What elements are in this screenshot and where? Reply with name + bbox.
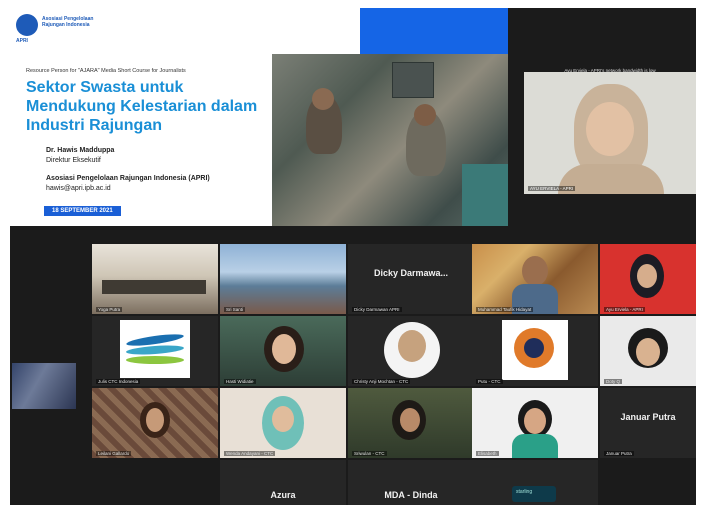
- photo-equipment: [392, 62, 434, 98]
- participant-tile[interactable]: Wenda Andayani - CTC: [220, 388, 346, 458]
- participant-tile[interactable]: Januar Putra Januar Putra: [600, 388, 696, 458]
- participant-tile[interactable]: starling: [472, 460, 598, 505]
- participant-tile[interactable]: Putu - CTC: [472, 316, 598, 386]
- participant-display-name: MDA - Dinda: [384, 490, 438, 500]
- apri-logo-abbr: APRI: [16, 38, 28, 44]
- speaker-name-label: AYU ERVIELA - APRI: [528, 186, 576, 191]
- apri-logo-icon: [16, 14, 38, 36]
- participant-name-label: Leilani Gallardo: [96, 451, 132, 456]
- participant-display-name: Azura: [270, 490, 296, 500]
- tile-video: [220, 244, 346, 314]
- participant-tile[interactable]: Julis CTC Indonesia: [92, 316, 218, 386]
- participant-display-name: Dicky Darmawa...: [373, 268, 449, 278]
- participant-tile[interactable]: Yoga Putra: [92, 244, 218, 314]
- participant-tile[interactable]: Dicky Darmawa... Dicky Darmawan APRI: [348, 244, 474, 314]
- participant-tile[interactable]: Hasti Widiatie: [220, 316, 346, 386]
- participant-face: [398, 330, 426, 362]
- participant-face: [272, 406, 294, 432]
- participant-name-label: Hasti Widiatie: [224, 379, 256, 384]
- participant-name-label: Wenda Andayani - CTC: [224, 451, 276, 456]
- presenter-org: Asosiasi Pengelolaan Rajungan Indonesia …: [46, 175, 210, 182]
- presenter-role: Direktur Eksekutif: [46, 157, 101, 164]
- participant-face: [400, 408, 420, 432]
- presenter-email: hawis@apri.ipb.ac.id: [46, 185, 111, 192]
- date-badge: 18 SEPTEMBER 2021: [44, 206, 121, 216]
- participant-name-label: Muhammad Taufik Hidayat: [476, 307, 534, 312]
- participant-name-label: Sriwulan - CTC: [352, 451, 387, 456]
- participant-tile[interactable]: Muhammad Taufik Hidayat: [472, 244, 598, 314]
- active-speaker-video[interactable]: AYU ERVIELA - APRI: [524, 72, 696, 194]
- participant-name-label: Sri Santi: [224, 307, 246, 312]
- participant-tile[interactable]: MDA - Dinda: [348, 460, 474, 505]
- participant-tile[interactable]: Elisabeth: [472, 388, 598, 458]
- starling-logo-text: starling: [516, 489, 533, 495]
- logo-center: [524, 338, 544, 358]
- zoom-meeting-window: Asosiasi Pengelolaan Rajungan Indonesia …: [10, 8, 696, 505]
- participant-face: [146, 408, 164, 432]
- participant-name-label: Christy Anji Mochtan - CTC: [352, 379, 411, 384]
- participant-tile[interactable]: Leilani Gallardo: [92, 388, 218, 458]
- participant-body: [512, 434, 558, 458]
- participant-name-label: Putu - CTC: [476, 379, 503, 384]
- tile-video: [92, 244, 218, 314]
- participant-name-label: Yoga Putra: [96, 307, 123, 312]
- participant-face: [272, 334, 296, 364]
- participant-name-label: Elisabeth: [476, 451, 499, 456]
- apri-logo-text: Asosiasi Pengelolaan Rajungan Indonesia: [42, 16, 94, 28]
- participant-face: [522, 256, 548, 286]
- presenter-name: Dr. Hawis Madduppa: [46, 147, 115, 154]
- shared-presentation-slide[interactable]: Asosiasi Pengelolaan Rajungan Indonesia …: [10, 8, 508, 226]
- slide-subtitle: Resource Person for "AJARA" Media Short …: [26, 68, 186, 74]
- photo-net: [462, 164, 508, 226]
- slide-blue-accent: [360, 8, 508, 54]
- participant-face: [636, 338, 660, 366]
- participant-name-label: Julis CTC Indonesia: [96, 379, 141, 384]
- participant-name-label: Ayu Erviela - APRI: [604, 307, 645, 312]
- slide-photo: [272, 54, 508, 226]
- participant-tile[interactable]: Sriwulan - CTC: [348, 388, 474, 458]
- side-thumbnail-video[interactable]: [12, 363, 76, 409]
- slide-title: Sektor Swasta untuk Mendukung Kelestaria…: [26, 79, 258, 134]
- participant-tile[interactable]: Sri Santi: [220, 244, 346, 314]
- ctc-logo-icon: [120, 320, 190, 378]
- presenter-block: Dr. Hawis Madduppa Direktur Eksekutif As…: [46, 146, 210, 194]
- participant-display-name: Januar Putra: [620, 412, 676, 422]
- participant-tile[interactable]: Azura: [220, 460, 346, 505]
- participant-face: [524, 408, 546, 434]
- meeting-room-table: [102, 280, 206, 294]
- participant-name-label: Januar Putra: [604, 451, 634, 456]
- participant-name-label: Doty Q: [604, 379, 623, 384]
- photo-person-right-head: [414, 104, 436, 126]
- participant-name-label: Dicky Darmawan APRI: [352, 307, 402, 312]
- org-logo-icon: [502, 320, 568, 380]
- speaker-face: [586, 102, 634, 156]
- participant-face: [637, 264, 657, 288]
- participant-tile[interactable]: Doty Q: [600, 316, 696, 386]
- photo-person-left-head: [312, 88, 334, 110]
- participant-tile[interactable]: Christy Anji Mochtan - CTC: [348, 316, 474, 386]
- participant-tile[interactable]: Ayu Erviela - APRI: [600, 244, 696, 314]
